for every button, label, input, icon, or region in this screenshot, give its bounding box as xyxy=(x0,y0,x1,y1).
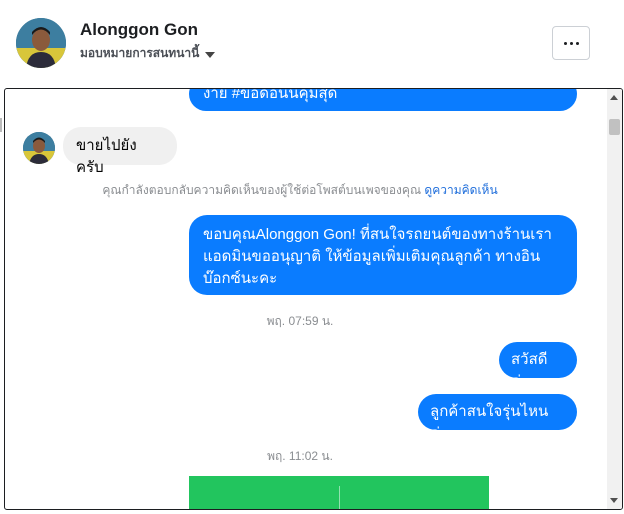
message-text: สวัสดีค่ะ xyxy=(511,351,548,390)
message-text-line: ขอบคุณAlonggon Gon! ที่สนใจรถยนต์ของทางร… xyxy=(203,226,552,243)
message-text: ขายไปยังครับ xyxy=(76,137,137,176)
message-thread[interactable]: ง่าย #ข้อดอนนิคุมสุด ขายไปยังครับ คุณกำล… xyxy=(4,88,623,510)
message-text: ลูกค้าสนใจรุ่นไหนค่ะ xyxy=(430,403,549,442)
message-timestamp: พฤ. 11:02 น. xyxy=(267,449,333,463)
reply-context-notice: คุณกำลังตอบกลับความคิดเห็นของผู้ใช้ต่อโพ… xyxy=(5,181,595,200)
attachment-divider xyxy=(339,486,340,509)
scroll-up-arrow-icon[interactable] xyxy=(610,95,618,100)
message-outgoing[interactable]: ขอบคุณAlonggon Gon! ที่สนใจรถยนต์ของทางร… xyxy=(189,215,577,295)
message-text-line: บ๊อกซ์นะคะ xyxy=(203,270,278,287)
caret-down-icon xyxy=(205,51,216,58)
message-outgoing-partial[interactable]: ง่าย #ข้อดอนนิคุมสุด xyxy=(189,88,577,111)
message-text: ง่าย #ข้อดอนนิคุมสุด xyxy=(203,88,338,102)
conversation-header: Alonggon Gon มอบหมายการสนทนานี้ xyxy=(0,0,624,86)
panel-edge-marker xyxy=(0,118,2,132)
thread-scrollbar[interactable] xyxy=(607,89,622,509)
message-incoming[interactable]: ขายไปยังครับ xyxy=(63,127,177,176)
contact-avatar[interactable] xyxy=(16,18,66,68)
media-attachment[interactable] xyxy=(189,476,489,509)
message-timestamp: พฤ. 07:59 น. xyxy=(266,314,334,328)
message-outgoing[interactable]: สวัสดีค่ะ xyxy=(499,342,577,390)
contact-name[interactable]: Alonggon Gon xyxy=(80,20,198,40)
view-comment-link[interactable]: ดูความคิดเห็น xyxy=(424,183,497,197)
more-options-button[interactable] xyxy=(552,26,590,60)
assign-conversation-dropdown[interactable]: มอบหมายการสนทนานี้ xyxy=(80,44,216,63)
message-text-line: แอดมินขออนุญาติ ให้ข้อมูลเพิ่มเติมคุณลูก… xyxy=(203,248,541,265)
scroll-down-arrow-icon[interactable] xyxy=(610,498,618,503)
reply-notice-text: คุณกำลังตอบกลับความคิดเห็นของผู้ใช้ต่อโพ… xyxy=(102,183,422,197)
scrollbar-thumb[interactable] xyxy=(609,119,620,135)
message-outgoing[interactable]: ลูกค้าสนใจรุ่นไหนค่ะ xyxy=(418,394,577,442)
more-options-icon xyxy=(563,41,579,45)
contact-avatar-small[interactable] xyxy=(23,132,55,164)
assign-conversation-label: มอบหมายการสนทนานี้ xyxy=(80,46,200,60)
